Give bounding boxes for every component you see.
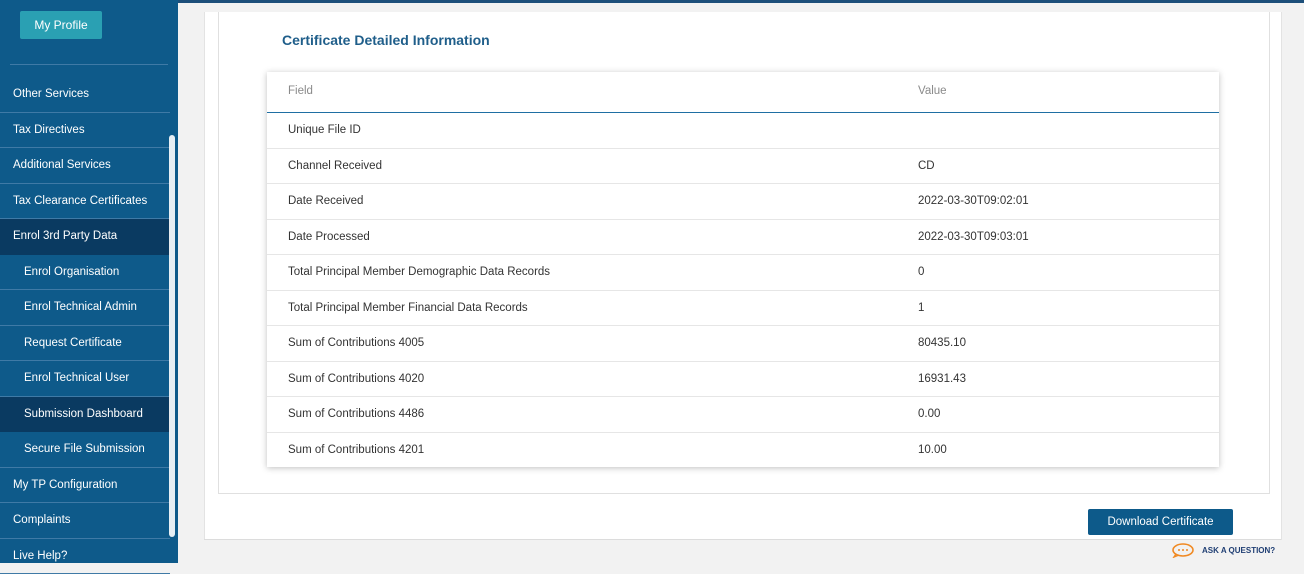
table-row: Unique File ID [267,113,1219,149]
ask-question-label: ASK A QUESTION? [1202,546,1275,555]
row-field: Sum of Contributions 4201 [288,444,424,456]
sidebar-item-submission-dashboard[interactable]: Submission Dashboard [0,397,170,433]
row-value: 2022-03-30T09:02:01 [918,195,1029,207]
row-field: Date Received [288,195,363,207]
sidebar-item-my-tp-configuration[interactable]: My TP Configuration [0,468,170,504]
row-value: 80435.10 [918,337,966,349]
row-value: 10.00 [918,444,947,456]
row-value: 16931.43 [918,373,966,385]
row-field: Total Principal Member Financial Data Re… [288,302,528,314]
row-field: Sum of Contributions 4020 [288,373,424,385]
table-row: Sum of Contributions 4201 10.00 [267,433,1219,469]
table-header: Field Value [267,72,1219,113]
ask-question-link[interactable]: ASK A QUESTION? [1172,542,1275,558]
footer-divider [204,539,1281,540]
sidebar-item-enrol-technical-admin[interactable]: Enrol Technical Admin [0,290,170,326]
table-row: Date Received 2022-03-30T09:02:01 [267,184,1219,220]
chat-bubble-icon [1172,543,1194,558]
column-header-value: Value [918,85,947,97]
certificate-table: Field Value Unique File ID Channel Recei… [267,72,1219,467]
sidebar-scrollbar[interactable] [169,135,175,537]
my-profile-button[interactable]: My Profile [20,11,102,39]
sidebar-menu: Other Services Tax Directives Additional… [0,77,170,574]
sidebar-item-enrol-3rd-party-data[interactable]: Enrol 3rd Party Data [0,219,170,255]
row-field: Sum of Contributions 4486 [288,408,424,420]
row-value: 1 [918,302,924,314]
row-field: Sum of Contributions 4005 [288,337,424,349]
row-field: Total Principal Member Demographic Data … [288,266,550,278]
table-row: Sum of Contributions 4020 16931.43 [267,362,1219,398]
sidebar-item-complaints[interactable]: Complaints [0,503,170,539]
row-value: 0.00 [918,408,940,420]
row-value: 0 [918,266,924,278]
row-field: Unique File ID [288,124,361,136]
row-value: CD [918,160,935,172]
download-certificate-button[interactable]: Download Certificate [1088,509,1233,535]
sidebar-item-other-services[interactable]: Other Services [0,77,170,113]
sidebar-item-additional-services[interactable]: Additional Services [0,148,170,184]
table-row: Sum of Contributions 4486 0.00 [267,397,1219,433]
column-header-field: Field [288,85,313,97]
table-row: Date Processed 2022-03-30T09:03:01 [267,220,1219,256]
row-field: Date Processed [288,231,370,243]
row-value: 2022-03-30T09:03:01 [918,231,1029,243]
sidebar-item-tax-directives[interactable]: Tax Directives [0,113,170,149]
row-field: Channel Received [288,160,382,172]
sidebar-item-live-help[interactable]: Live Help? [0,539,170,574]
sidebar-item-enrol-technical-user[interactable]: Enrol Technical User [0,361,170,397]
sidebar-divider [10,64,168,65]
sidebar-item-tax-clearance-certificates[interactable]: Tax Clearance Certificates [0,184,170,220]
sidebar-item-secure-file-submission[interactable]: Secure File Submission [0,432,170,468]
sidebar: My Profile Other Services Tax Directives… [0,0,178,563]
sidebar-item-enrol-organisation[interactable]: Enrol Organisation [0,255,170,291]
page-title: Certificate Detailed Information [282,32,490,48]
table-row: Total Principal Member Demographic Data … [267,255,1219,291]
table-row: Total Principal Member Financial Data Re… [267,291,1219,327]
table-row: Sum of Contributions 4005 80435.10 [267,326,1219,362]
sidebar-item-request-certificate[interactable]: Request Certificate [0,326,170,362]
table-row: Channel Received CD [267,149,1219,185]
top-border [0,0,1304,3]
